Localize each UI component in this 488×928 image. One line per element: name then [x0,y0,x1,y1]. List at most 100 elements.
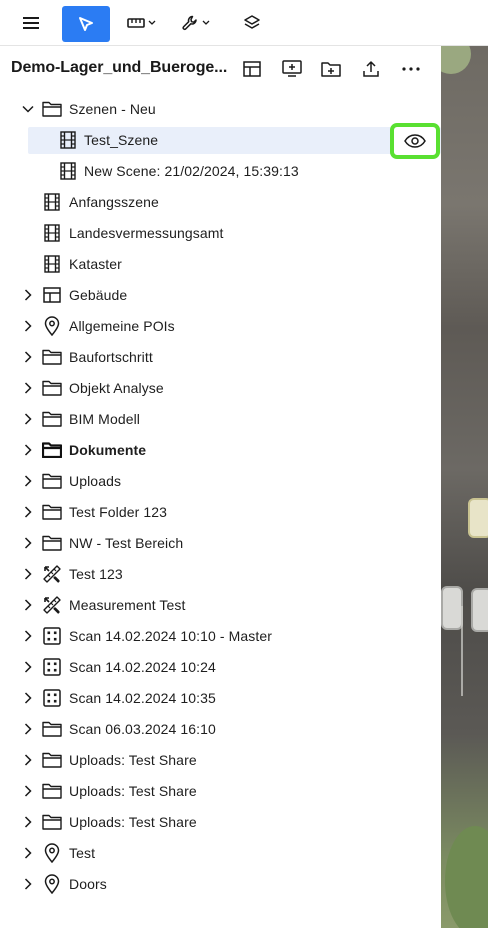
chevron-right-icon[interactable] [21,691,35,705]
folder-icon [42,719,62,739]
chevron-right-icon[interactable] [21,784,35,798]
chevron-right-icon[interactable] [21,412,35,426]
chevron-right-icon[interactable] [21,505,35,519]
layers-icon [244,14,260,29]
tree-item-label: Scan 14.02.2024 10:10 - Master [69,628,273,644]
tree-item[interactable]: Test_Szene [0,125,441,156]
visibility-toggle[interactable] [390,123,440,159]
chevron-right-icon[interactable] [21,815,35,829]
tree-item-label: Uploads: Test Share [69,814,197,830]
chevron-right-icon[interactable] [21,877,35,891]
tree-item-label: Allgemeine POIs [69,318,175,334]
tree-item[interactable]: Uploads [0,466,441,497]
tree-item-label: Anfangsszene [69,194,159,210]
tree-item[interactable]: BIM Modell [0,404,441,435]
chevron-right-icon[interactable] [21,598,35,612]
scan-grid-icon [42,657,62,677]
tree-item-label: Baufortschritt [69,349,153,365]
top-toolbar [0,0,488,46]
panel-header: Demo-Lager_und_Bueroge... [0,46,441,92]
tools-dropdown[interactable] [178,5,212,41]
tree-item[interactable]: Uploads: Test Share [0,776,441,807]
folder-icon [42,99,62,119]
add-screen-icon [282,60,302,77]
tree-item[interactable]: Scan 06.03.2024 16:10 [0,714,441,745]
folder-icon [42,812,62,832]
chevron-right-icon[interactable] [21,629,35,643]
project-title: Demo-Lager_und_Bueroge... [11,59,228,76]
tree-item-label: Landesvermessungsamt [69,225,224,241]
tree-item-label: New Scene: 21/02/2024, 15:39:13 [84,163,299,179]
chevron-right-icon[interactable] [21,660,35,674]
tree-item[interactable]: Dokumente [0,435,441,466]
chevron-down-icon [148,20,155,25]
tree-item[interactable]: Test 123 [0,559,441,590]
tree-item[interactable]: Doors [0,869,441,900]
measure-tool-dropdown[interactable] [124,5,158,41]
chevron-right-icon[interactable] [21,536,35,550]
tree-item-label: Dokumente [69,442,147,458]
folder-icon [42,409,62,429]
layout-grid-button[interactable] [240,57,264,81]
tree-item[interactable]: Scan 14.02.2024 10:24 [0,652,441,683]
chevron-right-icon[interactable] [21,381,35,395]
tree-item[interactable]: New Scene: 21/02/2024, 15:39:13 [0,156,441,187]
measure-tools-icon [42,595,62,615]
tree-item[interactable]: Gebäude [0,280,441,311]
tree-item[interactable]: Allgemeine POIs [0,311,441,342]
tree-item[interactable]: Objekt Analyse [0,373,441,404]
upload-button[interactable] [359,57,383,81]
tree-item[interactable]: Baufortschritt [0,342,441,373]
chevron-right-icon[interactable] [21,288,35,302]
map-pin-icon [42,843,62,863]
tree-item-label: Scan 14.02.2024 10:24 [69,659,216,675]
tree-item[interactable]: Uploads: Test Share [0,807,441,838]
tree-item[interactable]: Test [0,838,441,869]
chevron-right-icon[interactable] [21,846,35,860]
wrench-icon [181,15,197,30]
ruler-icon [126,17,145,28]
tree-item-label: Doors [69,876,107,892]
tree-item[interactable]: Uploads: Test Share [0,745,441,776]
folder-icon [42,750,62,770]
tree-item[interactable]: Scan 14.02.2024 10:10 - Master [0,621,441,652]
add-folder-button[interactable] [319,57,343,81]
tree-item-label: Test 123 [69,566,123,582]
tree-item[interactable]: Anfangsszene [0,187,441,218]
folder-icon [42,471,62,491]
chevron-down-icon [202,20,209,25]
chevron-right-icon[interactable] [21,350,35,364]
tree-item-label: Test Folder 123 [69,504,167,520]
add-folder-icon [321,62,341,77]
chevron-right-icon[interactable] [21,474,35,488]
scan-grid-icon [42,688,62,708]
tree-item-label: Uploads [69,473,122,489]
film-icon [42,254,62,274]
menu-button[interactable] [18,5,44,41]
select-tool-button[interactable] [62,6,110,42]
tree-item-label: Test_Szene [84,132,159,148]
tree-item-label: Measurement Test [69,597,186,613]
tree-item-label: Scan 14.02.2024 10:35 [69,690,216,706]
chevron-right-icon[interactable] [21,753,35,767]
film-icon [58,130,78,150]
add-screen-button[interactable] [280,57,304,81]
tree-item[interactable]: Kataster [0,249,441,280]
tree-item[interactable]: Test Folder 123 [0,497,441,528]
film-icon [42,223,62,243]
scan-grid-icon [42,626,62,646]
layers-button[interactable] [240,5,264,41]
tree-item[interactable]: Szenen - Neu [0,94,441,125]
chevron-right-icon[interactable] [21,722,35,736]
chevron-right-icon[interactable] [21,443,35,457]
tree-item[interactable]: Measurement Test [0,590,441,621]
tree-item[interactable]: Scan 14.02.2024 10:35 [0,683,441,714]
more-options-button[interactable] [399,57,423,81]
tree-item[interactable]: Landesvermessungsamt [0,218,441,249]
building-grid-icon [42,285,62,305]
map-view[interactable] [441,46,488,928]
chevron-down-icon[interactable] [21,102,35,116]
chevron-right-icon[interactable] [21,567,35,581]
tree-item[interactable]: NW - Test Bereich [0,528,441,559]
chevron-right-icon[interactable] [21,319,35,333]
